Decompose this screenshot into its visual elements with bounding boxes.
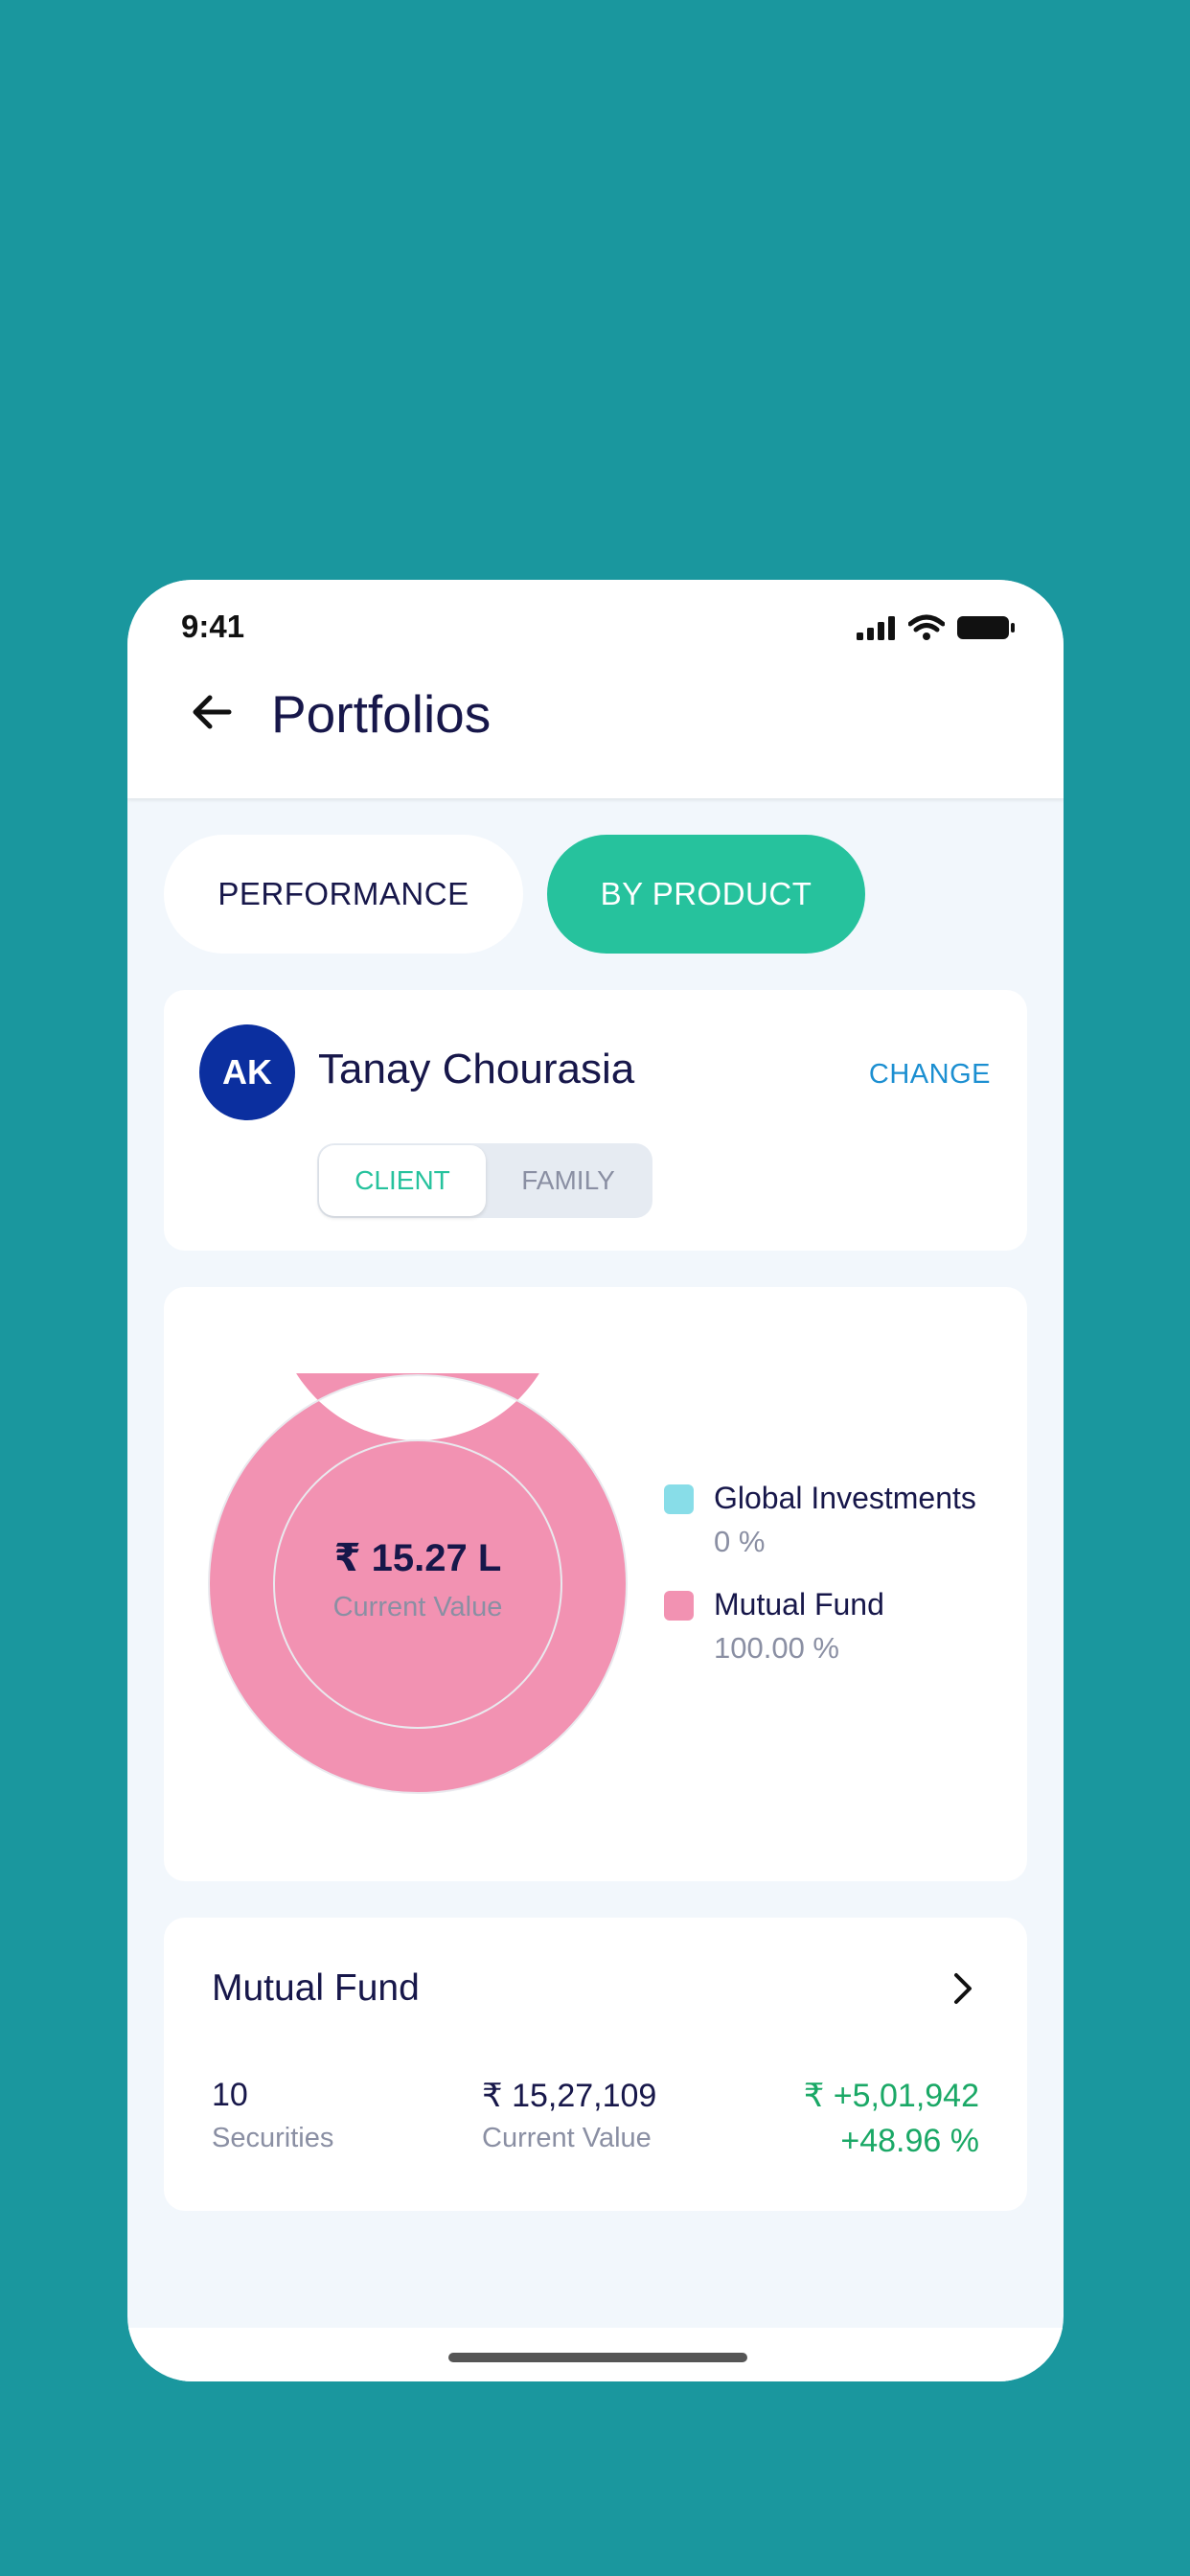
legend-percent: 0 % (714, 1525, 766, 1558)
chevron-right-icon[interactable] (947, 1969, 977, 2008)
app-header: 9:41 Portfolios (127, 580, 1064, 798)
allocation-card: ₹ 15.27 L Current Value Global Investmen… (164, 1287, 1027, 1881)
current-value: ₹ 15,27,109 (482, 2078, 657, 2114)
mutual-fund-card[interactable]: Mutual Fund 10 Securities ₹ 15,27,109 Cu… (164, 1918, 1027, 2211)
client-card: AK Tanay Chourasia CHANGE CLIENT FAMILY (164, 990, 1027, 1251)
status-icons (857, 614, 1016, 641)
fund-title: Mutual Fund (212, 1967, 420, 2009)
home-bar-area (127, 2328, 1064, 2381)
change-client-link[interactable]: CHANGE (869, 1059, 991, 1091)
current-value-label: Current Value (482, 2123, 652, 2153)
home-indicator[interactable] (448, 2353, 747, 2362)
page-title: Portfolios (271, 684, 492, 744)
legend-percent: 100.00 % (714, 1631, 839, 1665)
tab-performance[interactable]: PERFORMANCE (164, 835, 523, 954)
legend-swatch (664, 1591, 694, 1621)
wifi-icon (908, 614, 945, 640)
gain-percent: +48.96 % (840, 2123, 979, 2159)
securities-label: Securities (212, 2123, 334, 2153)
securities-count: 10 (212, 2077, 248, 2113)
donut-center-label: Current Value (332, 1592, 503, 1622)
client-family-toggle: CLIENT FAMILY (317, 1143, 652, 1218)
battery-icon (957, 616, 1015, 639)
gain-amount: ₹ +5,01,942 (803, 2078, 979, 2114)
toggle-family[interactable]: FAMILY (486, 1145, 651, 1216)
tab-by-product[interactable]: BY PRODUCT (547, 835, 865, 954)
arrow-left-icon[interactable] (187, 687, 237, 737)
donut-center-value: ₹ 15.27 L (333, 1537, 502, 1579)
phone-screen: 9:41 Portfolios PERFORMANCE BY PRODUCT A… (127, 580, 1064, 2381)
allocation-donut-chart (208, 1373, 628, 1794)
legend-swatch (664, 1484, 694, 1514)
legend-label: Mutual Fund (714, 1587, 884, 1622)
avatar: AK (199, 1024, 295, 1120)
client-name: Tanay Chourasia (318, 1046, 635, 1092)
signal-icon (857, 616, 895, 640)
toggle-client[interactable]: CLIENT (319, 1145, 486, 1216)
status-time: 9:41 (181, 609, 245, 644)
legend-label: Global Investments (714, 1481, 976, 1515)
